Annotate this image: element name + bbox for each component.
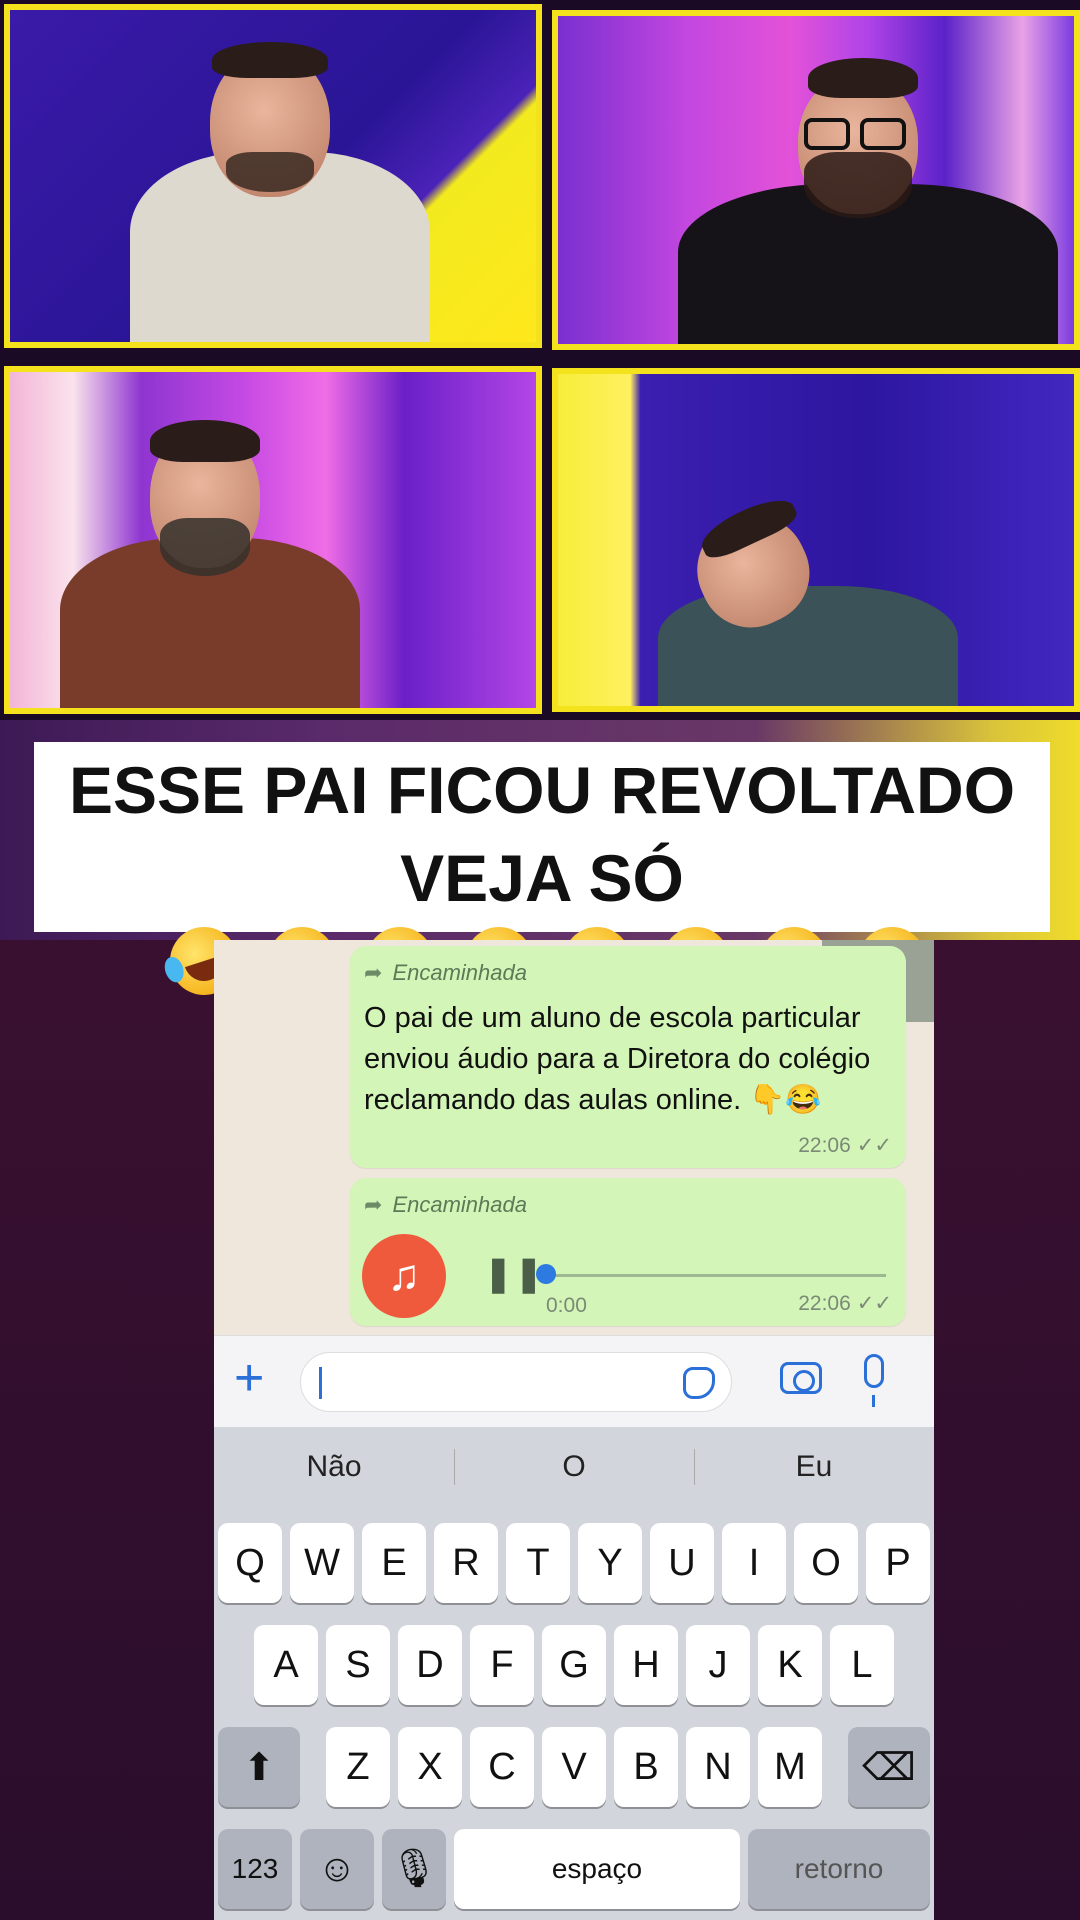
message-input[interactable] [300, 1352, 732, 1412]
person-beard [226, 152, 314, 192]
video-panel-2 [552, 10, 1080, 350]
person-2 [678, 34, 1058, 344]
key-q[interactable]: Q [218, 1523, 282, 1603]
video-panel-4 [552, 368, 1080, 712]
key-z[interactable]: Z [326, 1727, 390, 1807]
video-panel-1 [4, 4, 542, 348]
video-grid [0, 0, 1080, 720]
suggestion-bar: Não O Eu [214, 1427, 934, 1507]
text-caret [319, 1367, 322, 1399]
glasses-right [860, 118, 906, 150]
caption-line-2-text: VEJA SÓ [400, 841, 684, 915]
key-d[interactable]: D [398, 1625, 462, 1705]
forwarded-text: Encaminhada [392, 1192, 527, 1217]
message-bubble-audio[interactable]: ➦ Encaminhada ♫ ❚❚ 0:00 22:06 ✓✓ [350, 1178, 906, 1326]
dictation-key[interactable]: 🎙 [382, 1829, 446, 1909]
person-beard [160, 518, 250, 576]
person-hair [808, 58, 918, 98]
video-panel-3 [4, 366, 542, 714]
key-g[interactable]: G [542, 1625, 606, 1705]
key-u[interactable]: U [650, 1523, 714, 1603]
caption-line-1: ESSE PAI FICOU REVOLTADO [68, 753, 1016, 827]
key-k[interactable]: K [758, 1625, 822, 1705]
sticker-icon[interactable] [683, 1367, 715, 1399]
message-time: 22:06 ✓✓ [798, 1291, 892, 1316]
person-hair [212, 42, 328, 78]
glasses-left [804, 118, 850, 150]
person-body [658, 586, 958, 706]
key-i[interactable]: I [722, 1523, 786, 1603]
key-f[interactable]: F [470, 1625, 534, 1705]
forward-arrow-icon: ➦ [364, 960, 383, 985]
audio-elapsed: 0:00 [546, 1294, 587, 1317]
key-m[interactable]: M [758, 1727, 822, 1807]
forwarded-label: ➦ Encaminhada [364, 960, 527, 986]
person-hair [150, 420, 260, 462]
person-4 [658, 490, 958, 706]
key-p[interactable]: P [866, 1523, 930, 1603]
key-j[interactable]: J [686, 1625, 750, 1705]
audio-progress-track[interactable] [546, 1274, 886, 1277]
left-background [0, 940, 214, 1920]
caption-band: ESSE PAI FICOU REVOLTADO VEJA SÓ [0, 720, 1080, 1004]
key-y[interactable]: Y [578, 1523, 642, 1603]
suggestion-3[interactable]: Eu [694, 1427, 934, 1507]
phone-screenshot: ➦ Encaminhada O pai de um aluno de escol… [214, 940, 934, 1920]
message-time: 22:06 ✓✓ [798, 1133, 892, 1158]
person-beard [804, 152, 912, 218]
message-time-value: 22:06 [798, 1292, 851, 1315]
return-key[interactable]: retorno [748, 1829, 930, 1909]
person-1 [130, 12, 430, 342]
double-check-icon: ✓✓ [856, 1134, 892, 1157]
suggestion-2[interactable]: O [454, 1427, 694, 1507]
key-x[interactable]: X [398, 1727, 462, 1807]
music-note-icon: ♫ [362, 1234, 446, 1318]
shift-key[interactable]: ⬆ [218, 1727, 300, 1807]
key-l[interactable]: L [830, 1625, 894, 1705]
message-text: O pai de um aluno de escola particular e… [364, 1002, 871, 1116]
right-background [934, 940, 1080, 1920]
key-n[interactable]: N [686, 1727, 750, 1807]
key-a[interactable]: A [254, 1625, 318, 1705]
person-3 [60, 408, 360, 708]
space-key[interactable]: espaço [454, 1829, 740, 1909]
suggestion-1[interactable]: Não [214, 1427, 454, 1507]
key-r[interactable]: R [434, 1523, 498, 1603]
message-time-value: 22:06 [798, 1134, 851, 1157]
emoji-icon: ☺ [317, 1847, 357, 1890]
chat-area[interactable]: ➦ Encaminhada O pai de um aluno de escol… [214, 940, 934, 1335]
microphone-icon[interactable] [864, 1354, 884, 1407]
keyboard: Não O Eu Q W E R T Y U I O P A S D F G H… [214, 1427, 934, 1920]
key-t[interactable]: T [506, 1523, 570, 1603]
key-c[interactable]: C [470, 1727, 534, 1807]
key-o[interactable]: O [794, 1523, 858, 1603]
message-bubble-text[interactable]: ➦ Encaminhada O pai de um aluno de escol… [350, 946, 906, 1168]
key-w[interactable]: W [290, 1523, 354, 1603]
audio-progress-handle[interactable] [536, 1264, 556, 1284]
microphone-icon: 🎙 [389, 1848, 439, 1890]
plus-icon[interactable]: + [234, 1352, 264, 1404]
key-h[interactable]: H [614, 1625, 678, 1705]
key-e[interactable]: E [362, 1523, 426, 1603]
forward-arrow-icon: ➦ [364, 1192, 383, 1217]
key-v[interactable]: V [542, 1727, 606, 1807]
shift-icon: ⬆ [243, 1746, 275, 1789]
backspace-key[interactable]: ⌫ [848, 1727, 930, 1807]
double-check-icon: ✓✓ [856, 1292, 892, 1315]
forwarded-label: ➦ Encaminhada [364, 1192, 527, 1218]
emoji-key[interactable]: ☺ [300, 1829, 374, 1909]
caption-box: ESSE PAI FICOU REVOLTADO VEJA SÓ [34, 742, 1050, 1004]
key-s[interactable]: S [326, 1625, 390, 1705]
message-input-bar: + [214, 1335, 934, 1427]
backspace-icon: ⌫ [862, 1746, 916, 1789]
key-b[interactable]: B [614, 1727, 678, 1807]
forwarded-text: Encaminhada [392, 960, 527, 985]
numbers-key[interactable]: 123 [218, 1829, 292, 1909]
camera-icon[interactable] [780, 1362, 822, 1394]
